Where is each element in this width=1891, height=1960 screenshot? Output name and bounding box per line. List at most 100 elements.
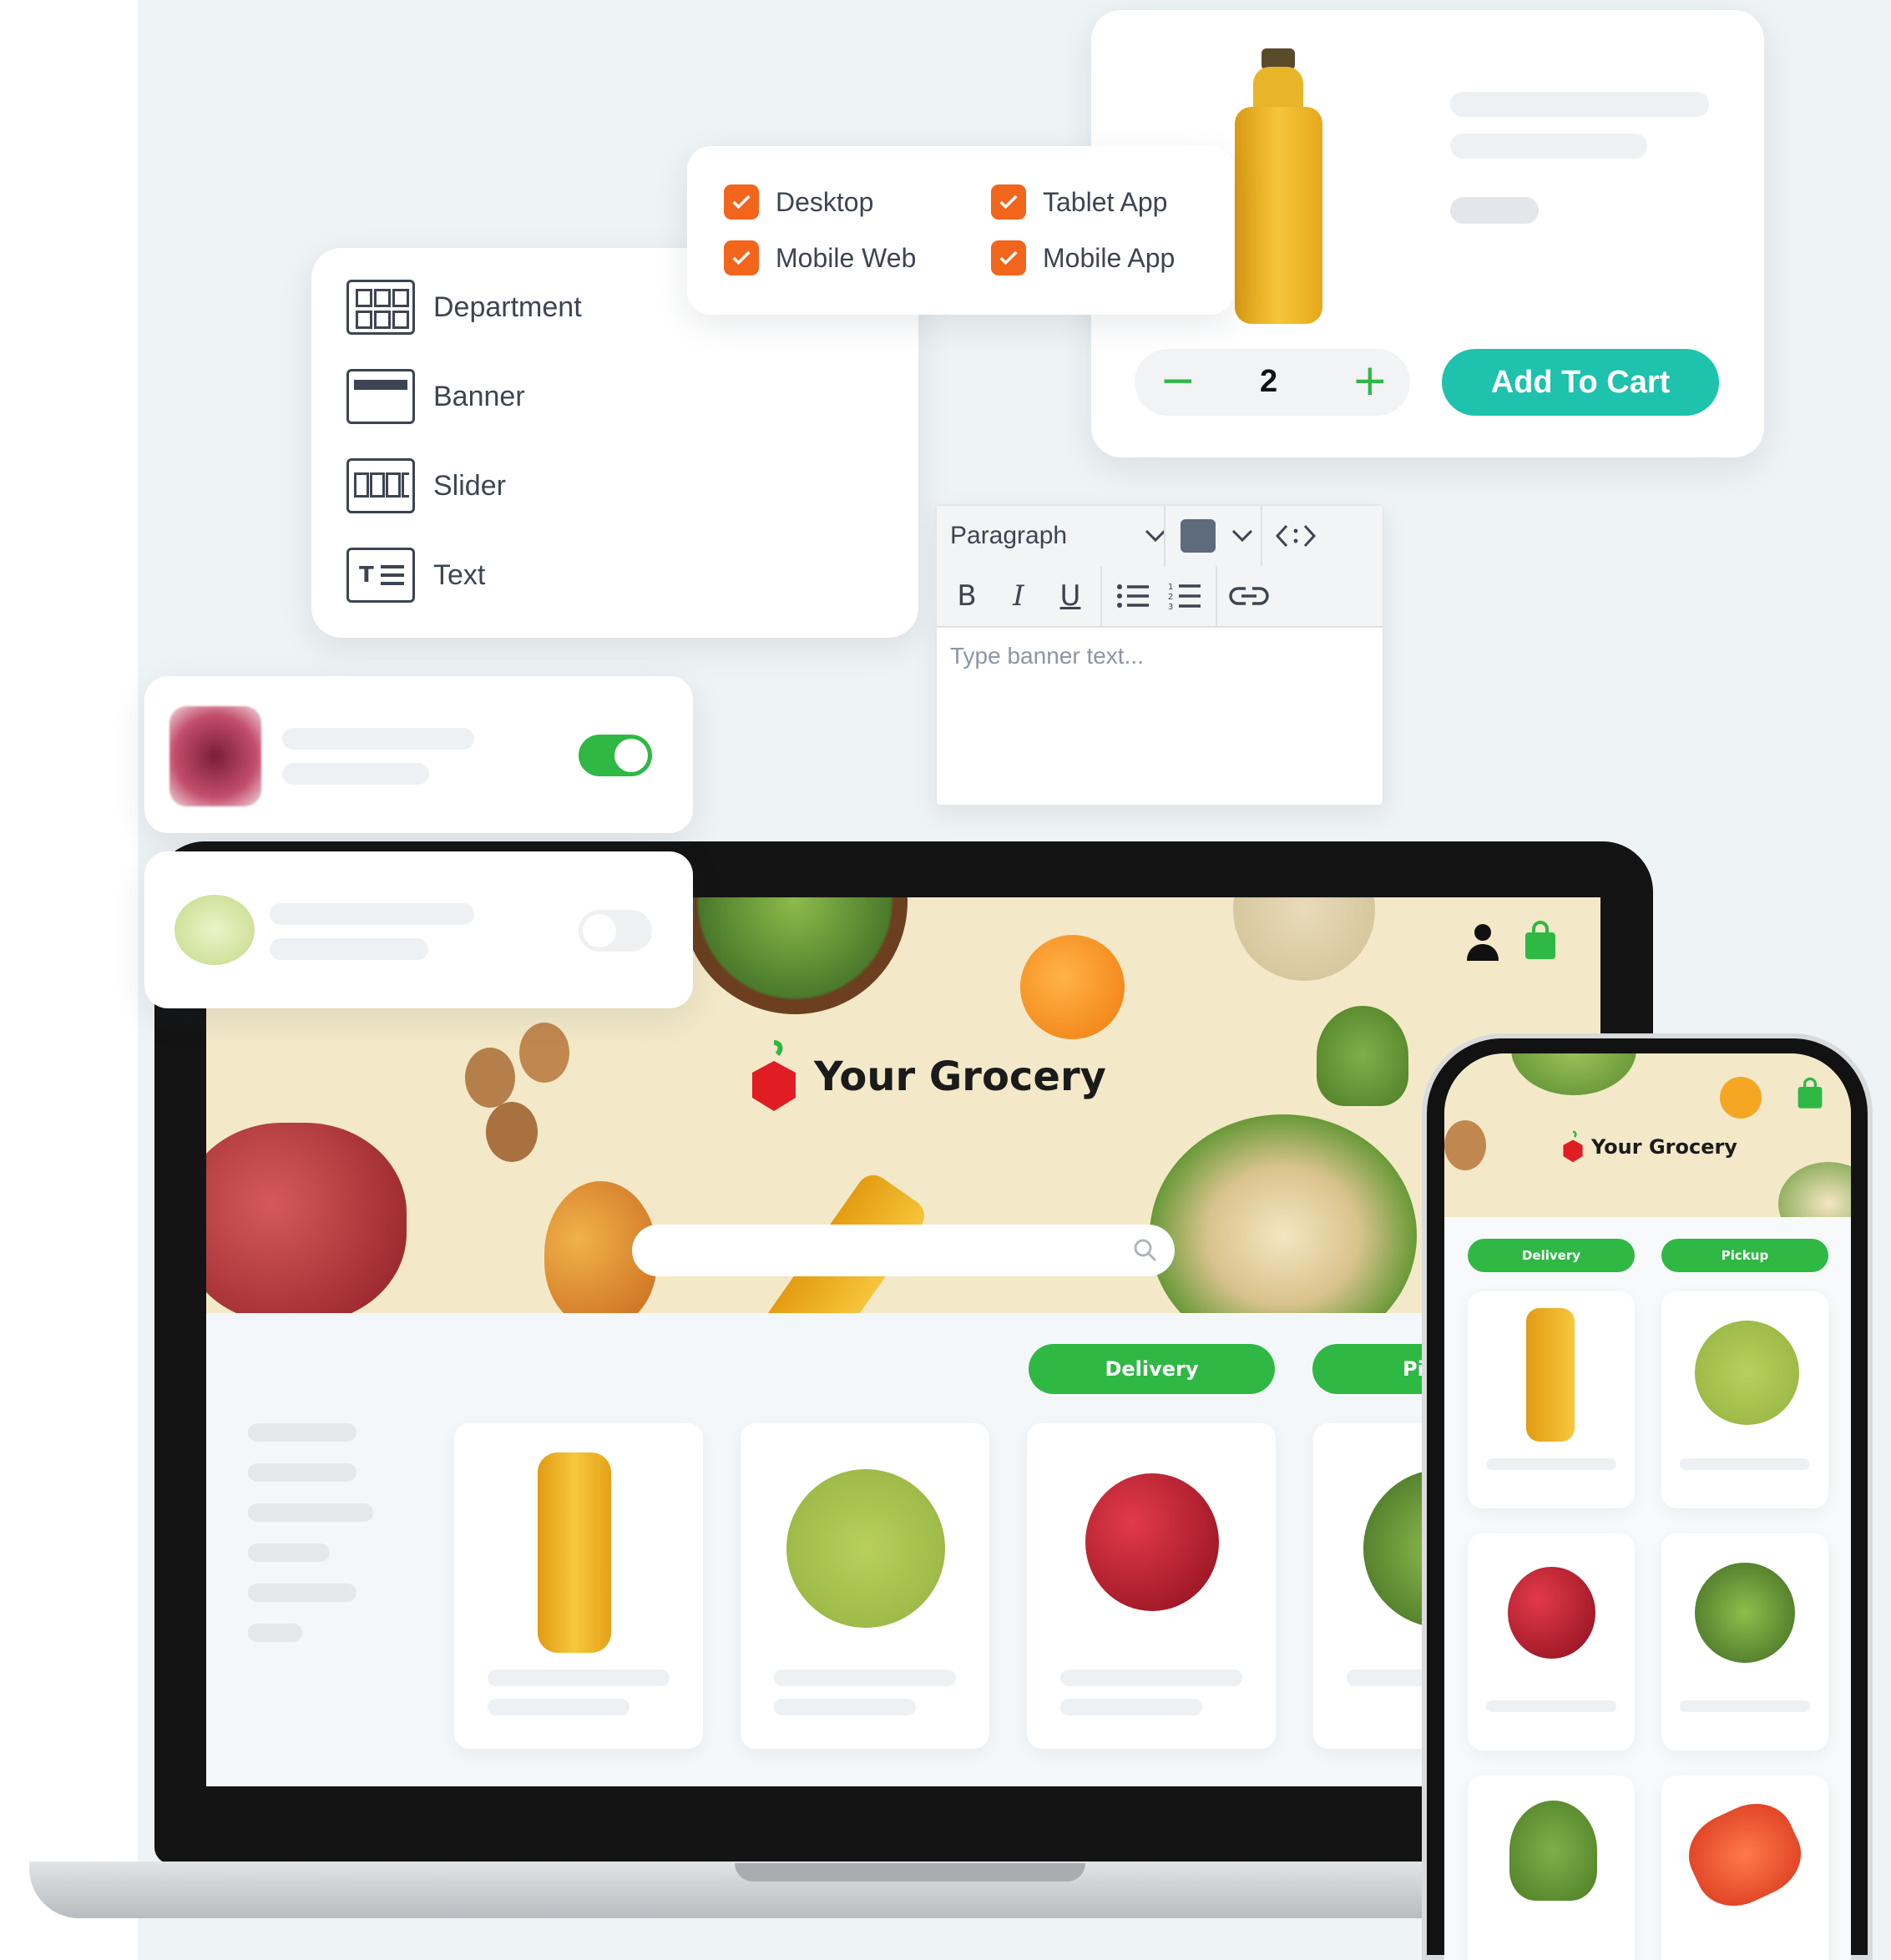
- phone-hero-banner: Your Grocery: [1444, 1053, 1851, 1217]
- delivery-button[interactable]: Delivery: [1029, 1344, 1275, 1394]
- user-icon[interactable]: [1465, 922, 1500, 962]
- toggle-card-2: [144, 851, 693, 1008]
- salad-image: [1778, 1162, 1851, 1217]
- color-picker[interactable]: [1181, 518, 1261, 554]
- brand-name: Your Grocery: [814, 1053, 1106, 1100]
- orange-image: [1020, 935, 1125, 1039]
- salmon-image: [1676, 1790, 1814, 1920]
- bold-button[interactable]: B: [952, 576, 982, 616]
- module-item-department[interactable]: Department: [346, 280, 582, 335]
- checkbox-label: Mobile Web: [776, 242, 917, 273]
- checkbox-mobile-app[interactable]: Mobile App: [991, 240, 1175, 275]
- module-label: Department: [433, 290, 582, 323]
- checkbox-mobile-web[interactable]: Mobile Web: [724, 240, 916, 275]
- product-name-skeleton: [1486, 1458, 1616, 1470]
- broccoli-image: [1317, 1006, 1408, 1106]
- rich-text-editor: Paragraph B I U 123 Type banner text...: [935, 504, 1384, 806]
- quantity-stepper[interactable]: − 2 +: [1135, 349, 1410, 416]
- module-label: Slider: [433, 469, 506, 502]
- toolbar-divider: [1261, 506, 1262, 566]
- meat-image: [206, 1123, 407, 1313]
- phone-product-card[interactable]: [1661, 1291, 1828, 1508]
- product-thumbnail: [169, 706, 261, 806]
- sidebar-skeleton: [248, 1463, 356, 1482]
- editor-toolbar-row-2: B I U 123: [937, 566, 1383, 628]
- toggle-knob: [614, 739, 648, 772]
- slider-icon: [346, 458, 415, 513]
- visibility-toggle[interactable]: [579, 910, 652, 952]
- brand-name: Your Grocery: [1591, 1135, 1737, 1159]
- subtitle-skeleton: [282, 763, 429, 785]
- add-to-cart-button[interactable]: Add To Cart: [1442, 349, 1719, 416]
- checkbox-label: Tablet App: [1043, 186, 1168, 217]
- phone-product-card[interactable]: [1468, 1291, 1635, 1508]
- product-card-juice[interactable]: [454, 1423, 703, 1749]
- toolbar-divider: [1216, 566, 1217, 626]
- juice-image: [538, 1452, 611, 1653]
- editor-toolbar-row-1: Paragraph: [937, 506, 1383, 568]
- pomegranate-image: [1508, 1567, 1595, 1659]
- check-icon: [991, 184, 1026, 220]
- sidebar-skeleton: [248, 1423, 356, 1442]
- module-item-banner[interactable]: Banner: [346, 369, 525, 424]
- cup-image: [1233, 897, 1375, 981]
- increment-button[interactable]: +: [1352, 356, 1388, 406]
- block-type-select[interactable]: Paragraph: [950, 518, 1169, 554]
- store-logo: Your Grocery: [1561, 1130, 1737, 1164]
- product-name-skeleton: [1486, 1700, 1616, 1712]
- editor-text-area[interactable]: Type banner text...: [937, 626, 1383, 805]
- search-icon: [1134, 1239, 1157, 1262]
- checkbox-tablet-app[interactable]: Tablet App: [991, 184, 1167, 220]
- numbered-list-icon: 123: [1168, 583, 1201, 610]
- product-name-skeleton: [774, 1670, 956, 1686]
- bullet-list-button[interactable]: [1112, 576, 1154, 616]
- numbered-list-button[interactable]: 123: [1164, 576, 1206, 616]
- phone-product-card[interactable]: [1468, 1776, 1635, 1960]
- shopping-bag-icon[interactable]: [1797, 1077, 1823, 1110]
- italic-button[interactable]: I: [1004, 576, 1034, 616]
- product-price-skeleton: [488, 1699, 629, 1715]
- apple-logo-icon: [1563, 1130, 1583, 1163]
- module-item-slider[interactable]: Slider: [346, 458, 506, 513]
- check-icon: [724, 184, 759, 220]
- juice-bottle-image: [1235, 48, 1322, 324]
- phone-product-card[interactable]: [1661, 1533, 1828, 1750]
- decrement-button[interactable]: −: [1160, 356, 1196, 406]
- product-name-skeleton: [1680, 1700, 1810, 1712]
- toggle-knob: [583, 914, 616, 947]
- check-icon: [991, 240, 1026, 275]
- code-view-button[interactable]: [1271, 516, 1321, 556]
- checkbox-desktop[interactable]: Desktop: [724, 184, 873, 220]
- visibility-toggle[interactable]: [579, 735, 652, 776]
- broccoli-image: [1509, 1801, 1597, 1901]
- chevron-down-icon: [1231, 529, 1253, 543]
- phone-screen: Your Grocery Delivery Pickup: [1444, 1053, 1851, 1960]
- salad-image: [1511, 1053, 1636, 1095]
- laptop-notch: [735, 1863, 1085, 1882]
- underline-button[interactable]: U: [1055, 576, 1085, 616]
- link-icon: [1229, 587, 1269, 605]
- quantity-value: 2: [1260, 364, 1278, 399]
- sidebar-skeleton: [248, 1543, 330, 1562]
- phone-product-card[interactable]: [1468, 1533, 1635, 1750]
- checkbox-label: Mobile App: [1043, 242, 1176, 273]
- svg-text:1: 1: [1168, 583, 1173, 592]
- search-bar[interactable]: [632, 1225, 1175, 1276]
- smoothie-image: [786, 1469, 945, 1628]
- store-logo: Your Grocery: [749, 1039, 1106, 1114]
- product-name-skeleton: [488, 1670, 670, 1686]
- toggle-card-1: [144, 676, 693, 833]
- pickup-button[interactable]: Pickup: [1661, 1239, 1828, 1272]
- bullet-list-icon: [1117, 584, 1149, 608]
- delivery-button[interactable]: Delivery: [1468, 1239, 1635, 1272]
- product-card-smoothie[interactable]: [741, 1423, 989, 1749]
- product-card-pomegranate[interactable]: [1027, 1423, 1276, 1749]
- title-skeleton: [270, 903, 474, 925]
- module-item-text[interactable]: T Text: [346, 548, 485, 603]
- toolbar-divider: [1164, 506, 1165, 566]
- shopping-bag-icon[interactable]: [1524, 921, 1557, 961]
- pomegranate-image: [1085, 1473, 1219, 1611]
- link-button[interactable]: [1226, 576, 1272, 616]
- title-skeleton: [1450, 92, 1709, 117]
- phone-product-card[interactable]: [1661, 1776, 1828, 1960]
